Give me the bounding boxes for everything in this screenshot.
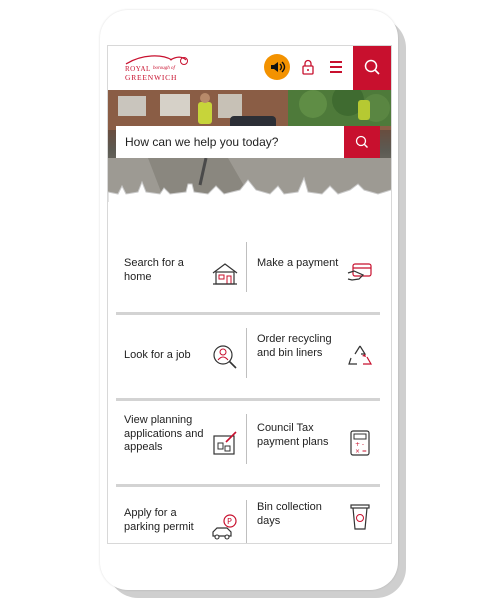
logo-borough: borough of [153, 66, 175, 71]
tile-view-planning[interactable]: View planning applications and appeals [108, 402, 240, 484]
svg-text:× =: × = [355, 448, 367, 455]
tile-label: Make a payment [257, 257, 339, 269]
tile-search-home[interactable]: Search for a home [108, 230, 240, 312]
search-icon [355, 135, 368, 148]
hero-search-button[interactable] [344, 126, 380, 158]
hero-search-field[interactable]: How can we help you today? [116, 126, 344, 158]
tile-council-tax[interactable]: Council Tax payment plans + - × = [247, 402, 379, 484]
row-separator [116, 484, 380, 487]
car-parking-icon: P [212, 514, 237, 540]
tile-label: Council Tax payment plans [257, 422, 329, 448]
tile-parking-permit[interactable]: Apply for a parking permit P [108, 488, 240, 543]
tile-label: Search for a home [124, 257, 184, 283]
house-icon [212, 263, 238, 285]
tile-look-for-job[interactable]: Look for a job [108, 316, 240, 398]
calculator-icon: + - × = [350, 430, 370, 456]
hero-banner: How can we help you today? [108, 90, 391, 210]
card-payment-icon [347, 263, 372, 281]
planning-icon [213, 431, 237, 455]
tile-order-recycling[interactable]: Order recycling and bin liners [247, 316, 379, 398]
row-separator [116, 398, 380, 401]
tile-label: Apply for a parking permit [124, 507, 194, 533]
bin-icon [350, 504, 370, 530]
lock-icon[interactable] [301, 59, 315, 75]
tile-bin-collection[interactable]: Bin collection days [247, 488, 379, 543]
tile-row: Search for a home Make a payment [108, 230, 391, 312]
tile-make-payment[interactable]: Make a payment [247, 230, 379, 312]
greenwich-logo[interactable]: ROYAL borough of GREENWICH [122, 52, 202, 86]
header-search-button[interactable] [353, 46, 391, 90]
svg-text:P: P [227, 517, 232, 526]
logo-greenwich: GREENWICH [125, 73, 178, 82]
tile-row: Apply for a parking permit P Bin collect… [108, 488, 391, 543]
speaker-icon[interactable] [264, 54, 290, 80]
tile-row: Look for a job Order recycling and bin l… [108, 316, 391, 398]
recycling-icon [348, 345, 373, 365]
tile-label: Look for a job [124, 349, 191, 361]
tile-label: View planning applications and appeals [124, 414, 204, 453]
tile-label: Bin collection days [257, 501, 322, 527]
tile-label: Order recycling and bin liners [257, 333, 332, 359]
search-input[interactable]: How can we help you today? [125, 135, 278, 149]
person-magnifier-icon [213, 345, 237, 369]
search-icon [364, 59, 380, 75]
row-separator [116, 312, 380, 315]
phone-screen: ROYAL borough of GREENWICH How can we he… [107, 45, 392, 544]
tile-row: View planning applications and appeals C… [108, 402, 391, 484]
site-header: ROYAL borough of GREENWICH [108, 46, 391, 90]
hamburger-menu-icon[interactable] [328, 59, 344, 75]
logo-royal: ROYAL [125, 65, 151, 73]
svg-text:+ -: + - [355, 441, 364, 448]
